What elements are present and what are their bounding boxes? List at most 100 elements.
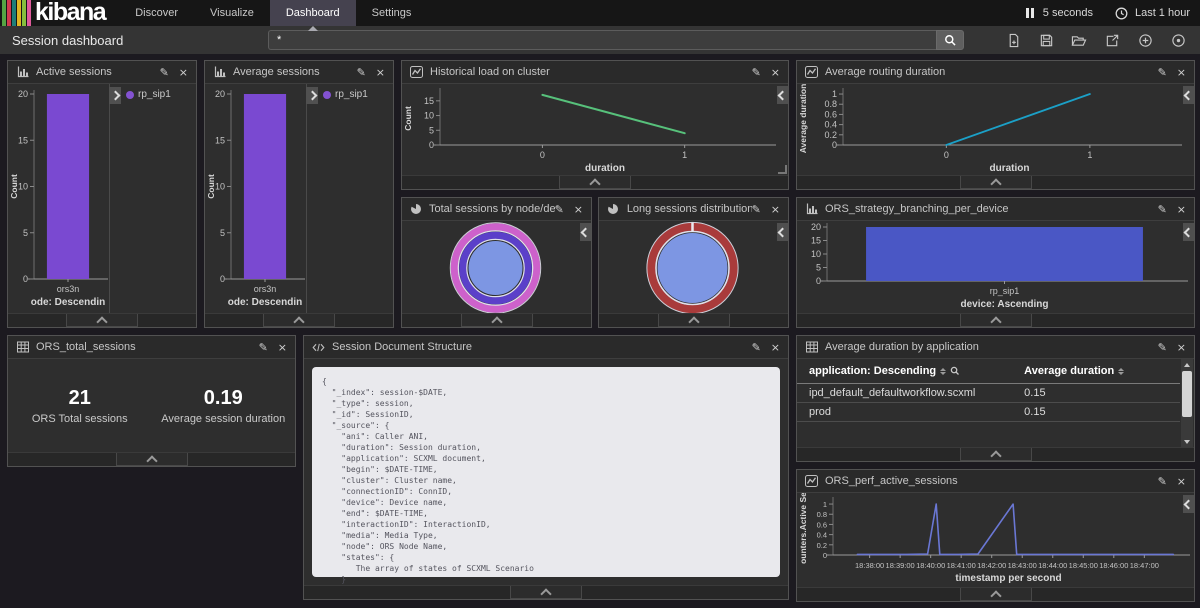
column-header-average-duration[interactable]: Average duration bbox=[1024, 365, 1180, 377]
table-scrollbar[interactable] bbox=[1181, 359, 1193, 447]
refresh-interval-label[interactable]: 5 seconds bbox=[1043, 7, 1093, 19]
edit-panel-icon[interactable]: ✎ bbox=[555, 204, 564, 215]
panel-title: Active sessions bbox=[36, 66, 112, 78]
remove-panel-icon[interactable]: × bbox=[1177, 476, 1186, 487]
collapse-toggle[interactable] bbox=[960, 314, 1032, 327]
edit-panel-icon[interactable]: ✎ bbox=[259, 342, 268, 353]
legend-toggle[interactable] bbox=[1183, 495, 1194, 513]
collapse-toggle[interactable] bbox=[658, 314, 730, 327]
column-header-application[interactable]: application: Descending bbox=[797, 365, 1024, 377]
historical-load-chart[interactable]: 051015Countduration01 bbox=[402, 84, 786, 175]
remove-panel-icon[interactable]: × bbox=[771, 342, 780, 353]
svg-text:0.6: 0.6 bbox=[817, 520, 827, 529]
collapse-footer bbox=[797, 313, 1194, 327]
collapse-footer bbox=[304, 585, 788, 599]
remove-panel-icon[interactable]: × bbox=[1177, 342, 1186, 353]
average-sessions-chart[interactable]: 05101520Countode: Descendinors3n bbox=[205, 84, 305, 313]
legend-item[interactable]: rp_sip1 bbox=[323, 89, 393, 100]
remove-panel-icon[interactable]: × bbox=[1177, 67, 1186, 78]
legend-toggle[interactable] bbox=[777, 86, 788, 104]
remove-panel-icon[interactable]: × bbox=[179, 67, 188, 78]
panel-title: ORS_perf_active_sessions bbox=[825, 475, 958, 487]
panel-title: ORS_strategy_branching_per_device bbox=[825, 203, 1008, 215]
dashboard-title: Session dashboard bbox=[0, 33, 268, 48]
svg-text:1: 1 bbox=[1087, 150, 1092, 160]
total-sessions-pie[interactable] bbox=[402, 221, 589, 313]
svg-text:18:40:00: 18:40:00 bbox=[916, 561, 945, 570]
dashboard-options-icon[interactable] bbox=[1170, 32, 1186, 48]
svg-text:Average duration: Average duration bbox=[798, 84, 808, 153]
nav-tab-dashboard[interactable]: Dashboard bbox=[270, 0, 356, 26]
new-dashboard-icon[interactable] bbox=[1005, 32, 1021, 48]
collapse-footer bbox=[205, 313, 393, 327]
collapse-toggle[interactable] bbox=[510, 586, 582, 599]
long-sessions-pie[interactable] bbox=[599, 221, 786, 313]
svg-text:0: 0 bbox=[816, 276, 821, 286]
collapse-toggle[interactable] bbox=[559, 176, 631, 189]
edit-panel-icon[interactable]: ✎ bbox=[160, 67, 169, 78]
collapse-toggle[interactable] bbox=[116, 453, 188, 466]
collapse-footer bbox=[797, 175, 1194, 189]
legend-toggle[interactable] bbox=[306, 87, 318, 104]
search-button[interactable] bbox=[936, 30, 964, 50]
edit-panel-icon[interactable]: ✎ bbox=[752, 204, 761, 215]
edit-panel-icon[interactable]: ✎ bbox=[1158, 342, 1167, 353]
active-sessions-chart[interactable]: 05101520Countode: Descendinors3n bbox=[8, 84, 108, 313]
remove-panel-icon[interactable]: × bbox=[1177, 204, 1186, 215]
svg-text:0.6: 0.6 bbox=[824, 109, 837, 119]
legend-toggle[interactable] bbox=[1183, 86, 1194, 104]
sort-icon[interactable] bbox=[1118, 368, 1124, 375]
legend-toggle[interactable] bbox=[109, 87, 121, 104]
collapse-toggle[interactable] bbox=[263, 314, 335, 327]
panel-title: Historical load on cluster bbox=[430, 66, 550, 78]
edit-panel-icon[interactable]: ✎ bbox=[752, 67, 761, 78]
scroll-up-arrow[interactable] bbox=[1181, 359, 1193, 370]
add-visualization-icon[interactable] bbox=[1137, 32, 1153, 48]
svg-text:Count: Count bbox=[9, 174, 19, 199]
edit-panel-icon[interactable]: ✎ bbox=[1158, 476, 1167, 487]
ors-perf-active-sessions-chart[interactable]: 00.20.40.60.81ounters.Active Setimestamp… bbox=[797, 493, 1192, 587]
scroll-down-arrow[interactable] bbox=[1181, 436, 1193, 447]
remove-panel-icon[interactable]: × bbox=[376, 67, 385, 78]
svg-text:20: 20 bbox=[215, 89, 225, 99]
share-dashboard-icon[interactable] bbox=[1104, 32, 1120, 48]
collapse-toggle[interactable] bbox=[960, 448, 1032, 461]
nav-tab-discover[interactable]: Discover bbox=[119, 0, 194, 26]
pause-refresh-icon[interactable] bbox=[1026, 8, 1034, 18]
remove-panel-icon[interactable]: × bbox=[278, 342, 287, 353]
svg-text:5: 5 bbox=[23, 228, 28, 238]
edit-panel-icon[interactable]: ✎ bbox=[752, 342, 761, 353]
collapse-toggle[interactable] bbox=[66, 314, 138, 327]
save-dashboard-icon[interactable] bbox=[1038, 32, 1054, 48]
nav-tab-settings[interactable]: Settings bbox=[356, 0, 428, 26]
remove-panel-icon[interactable]: × bbox=[574, 204, 583, 215]
legend-toggle[interactable] bbox=[1183, 223, 1194, 241]
ors-strategy-branching-chart[interactable]: 05101520device: Ascendingrp_sip1 bbox=[797, 221, 1192, 313]
remove-panel-icon[interactable]: × bbox=[771, 67, 780, 78]
legend: rp_sip1 bbox=[306, 84, 393, 313]
nav-tab-visualize[interactable]: Visualize bbox=[194, 0, 270, 26]
legend-toggle[interactable] bbox=[777, 223, 788, 241]
edit-panel-icon[interactable]: ✎ bbox=[357, 67, 366, 78]
query-input[interactable] bbox=[268, 30, 936, 50]
collapse-footer bbox=[797, 587, 1194, 601]
average-routing-duration-chart[interactable]: 00.20.40.60.81Average durationduration01 bbox=[797, 84, 1192, 175]
sort-icon[interactable] bbox=[940, 368, 946, 375]
remove-panel-icon[interactable]: × bbox=[771, 204, 780, 215]
edit-panel-icon[interactable]: ✎ bbox=[1158, 204, 1167, 215]
edit-panel-icon[interactable]: ✎ bbox=[1158, 67, 1167, 78]
collapse-toggle[interactable] bbox=[960, 588, 1032, 601]
collapse-toggle[interactable] bbox=[461, 314, 533, 327]
svg-text:18:44:00: 18:44:00 bbox=[1038, 561, 1067, 570]
legend-item[interactable]: rp_sip1 bbox=[126, 89, 196, 100]
collapse-toggle[interactable] bbox=[960, 176, 1032, 189]
line-chart-icon bbox=[410, 66, 423, 79]
scrollbar-thumb[interactable] bbox=[1182, 371, 1192, 417]
svg-text:18:41:00: 18:41:00 bbox=[947, 561, 976, 570]
dashboard-grid: Active sessions ✎ × 05101520Countode: Des… bbox=[0, 54, 1200, 608]
load-dashboard-icon[interactable] bbox=[1071, 32, 1087, 48]
time-range-label[interactable]: Last 1 hour bbox=[1135, 7, 1190, 19]
legend-toggle[interactable] bbox=[580, 223, 591, 241]
svg-text:18:39:00: 18:39:00 bbox=[886, 561, 915, 570]
resize-handle[interactable] bbox=[778, 165, 787, 174]
